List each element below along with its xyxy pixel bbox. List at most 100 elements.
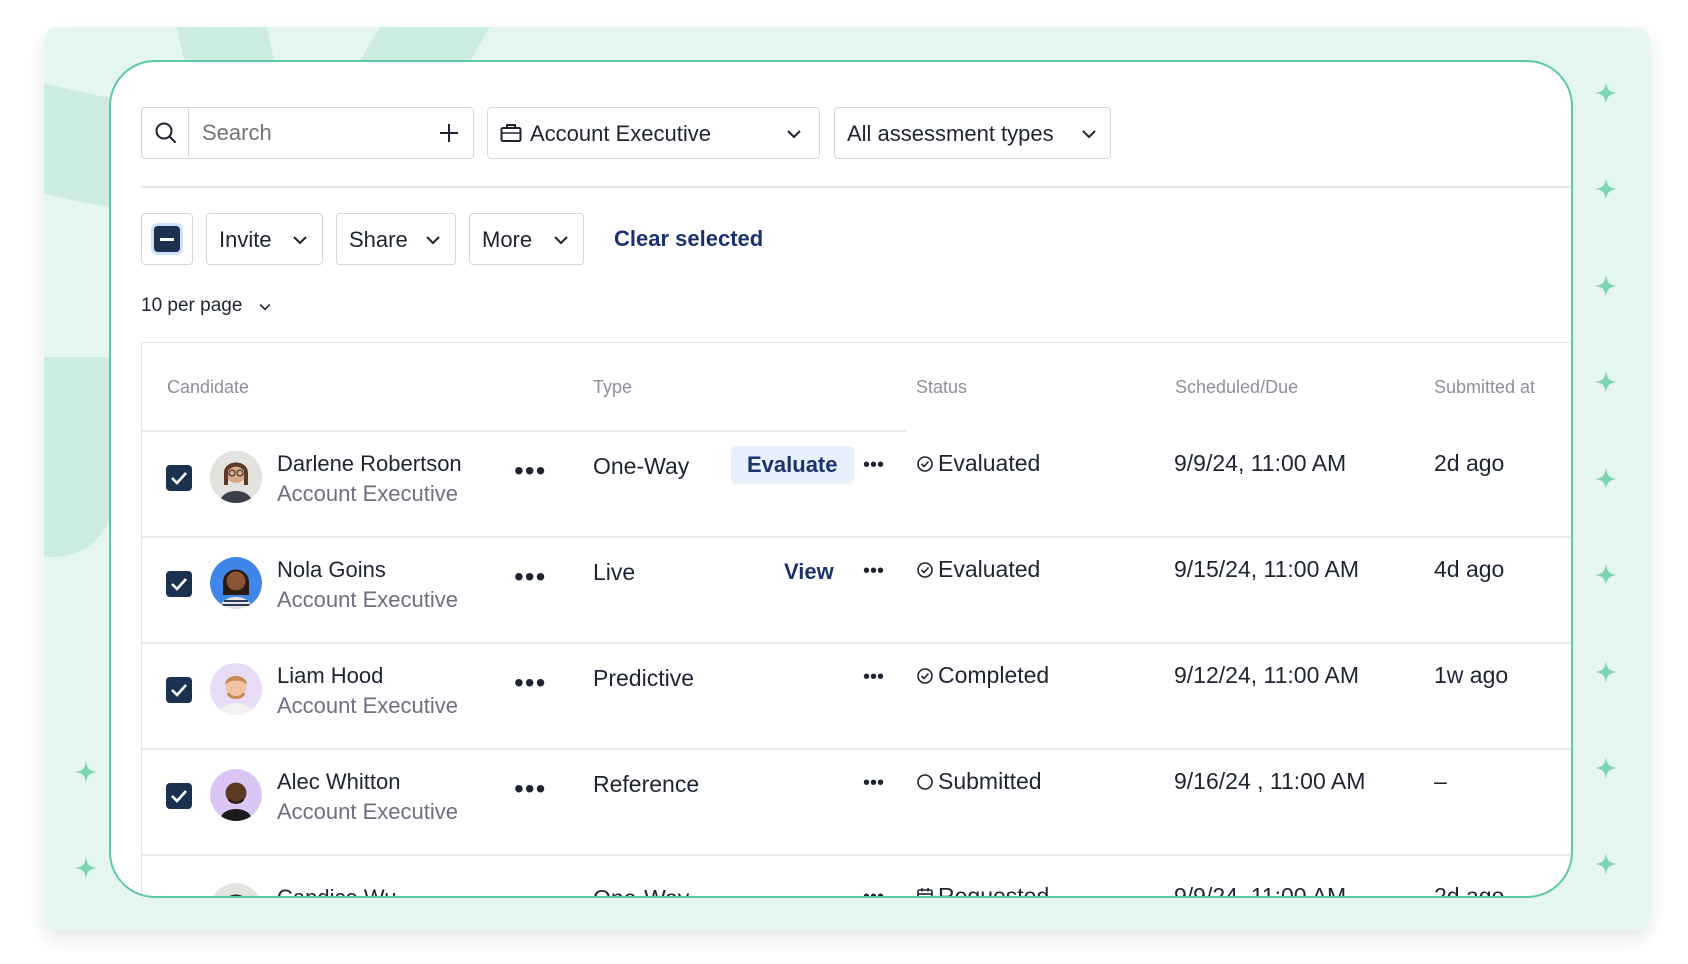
checkmark-icon	[171, 790, 187, 803]
scheduled-date: 9/15/24, 11:00 AM	[1174, 556, 1359, 582]
scheduled-date: 9/9/24, 11:00 AM	[1174, 450, 1347, 476]
row-menu-icon[interactable]: •••	[863, 455, 884, 475]
status-label: Submitted	[938, 768, 1042, 794]
avatar	[210, 557, 262, 609]
select-all-button[interactable]	[141, 213, 193, 265]
row-checkbox[interactable]	[166, 677, 192, 703]
sparkle-icon	[1595, 564, 1617, 586]
candidate-menu-icon[interactable]: •••	[514, 457, 546, 485]
row-menu-icon[interactable]: •••	[863, 887, 884, 896]
assessment-type: Predictive	[593, 665, 694, 691]
clear-selected-link[interactable]: Clear selected	[614, 226, 763, 252]
invite-dropdown[interactable]: Invite	[206, 213, 323, 265]
sparkle-icon	[1595, 82, 1617, 104]
search-icon-wrap	[142, 108, 189, 157]
scheduled-date: 9/16/24 , 11:00 AM	[1174, 768, 1366, 794]
sparkle-icon	[1595, 661, 1617, 683]
row-checkbox[interactable]	[166, 571, 192, 597]
table-header: Candidate Type Status Scheduled/Due Subm…	[142, 343, 1571, 431]
decor-shape	[44, 75, 114, 209]
chevron-down-icon	[259, 304, 271, 311]
per-page-label: 10 per page	[141, 295, 243, 316]
row-menu-icon[interactable]: •••	[863, 561, 884, 581]
candidate-menu-icon[interactable]: •••	[514, 669, 546, 697]
table-row[interactable]: Nola Goins Account Executive ••• Live Vi…	[142, 537, 1571, 642]
indeterminate-checkbox-icon	[154, 226, 180, 252]
assessment-filter-label: All assessment types	[847, 121, 1054, 146]
header-type: Type	[593, 377, 633, 397]
scheduled-date: 9/12/24, 11:00 AM	[1174, 662, 1359, 688]
assessment-type: Live	[593, 559, 636, 585]
status-label: Evaluated	[938, 556, 1041, 582]
assessment-type: One-Way	[593, 453, 690, 479]
submitted-at: 4d ago	[1434, 556, 1505, 582]
add-icon[interactable]	[438, 122, 460, 144]
row-menu-icon[interactable]: •••	[863, 667, 884, 687]
sparkle-icon	[1595, 853, 1617, 875]
header-candidate: Candidate	[167, 377, 250, 397]
calendar-icon	[917, 888, 933, 896]
status-label: Requested	[938, 883, 1050, 898]
per-page-dropdown[interactable]: 10 per page	[141, 295, 281, 321]
checkmark-icon	[171, 472, 187, 485]
candidate-menu-icon[interactable]: •••	[514, 563, 546, 591]
avatar	[210, 883, 262, 896]
candidate-name[interactable]: Candice Wu	[277, 885, 396, 896]
header-scheduled: Scheduled/Due	[1175, 377, 1299, 397]
sparkle-icon	[1595, 178, 1617, 200]
candidate-name[interactable]: Darlene Robertson	[277, 451, 462, 477]
row-menu-icon[interactable]: •••	[863, 773, 884, 793]
submitted-at: 2d ago	[1434, 883, 1505, 898]
candidate-name[interactable]: Liam Hood	[277, 663, 383, 689]
candidate-role: Account Executive	[277, 799, 458, 824]
check-circle-icon	[917, 668, 933, 684]
share-dropdown[interactable]: Share	[336, 213, 456, 265]
candidate-role: Account Executive	[277, 693, 458, 718]
briefcase-icon	[500, 124, 522, 142]
sparkle-icon	[75, 761, 97, 783]
evaluate-button[interactable]: Evaluate	[731, 446, 854, 484]
assessment-type: Reference	[593, 771, 700, 797]
toolbar-divider	[141, 186, 1571, 188]
chevron-down-icon	[1082, 130, 1096, 139]
candidate-name[interactable]: Alec Whitton	[277, 769, 401, 795]
submitted-at: 2d ago	[1434, 450, 1505, 476]
table-row[interactable]: Darlene Robertson Account Executive ••• …	[142, 431, 1571, 536]
avatar	[210, 451, 262, 503]
candidate-name[interactable]: Nola Goins	[277, 557, 386, 583]
invite-label: Invite	[219, 227, 272, 252]
row-checkbox[interactable]	[166, 465, 192, 491]
checkmark-icon	[171, 578, 187, 591]
scheduled-date: 9/9/24, 11:00 AM	[1174, 883, 1347, 898]
sparkle-icon	[1595, 371, 1617, 393]
search-input[interactable]	[200, 116, 424, 150]
row-checkbox[interactable]	[166, 783, 192, 809]
table-row[interactable]: Alec Whitton Account Executive ••• Refer…	[142, 749, 1571, 854]
candidate-role: Account Executive	[277, 481, 458, 506]
check-circle-icon	[917, 562, 933, 578]
avatar	[210, 663, 262, 715]
assessment-filter-dropdown[interactable]: All assessment types	[834, 107, 1111, 159]
chevron-down-icon	[787, 130, 801, 139]
decor-shape	[44, 357, 114, 557]
assessment-type: One-Way	[593, 885, 690, 898]
chevron-down-icon	[554, 236, 568, 245]
sparkle-icon	[1595, 468, 1617, 490]
table-row[interactable]: Liam Hood Account Executive ••• Predicti…	[142, 643, 1571, 748]
submitted-at: –	[1434, 768, 1447, 794]
main-panel: Account Executive All assessment types I…	[109, 60, 1573, 898]
chevron-down-icon	[293, 236, 307, 245]
chevron-down-icon	[426, 236, 440, 245]
search-icon	[155, 122, 176, 143]
checkmark-icon	[171, 684, 187, 697]
view-link[interactable]: View	[784, 559, 834, 585]
sparkle-icon	[1595, 757, 1617, 779]
sparkle-icon	[75, 857, 97, 879]
more-label: More	[482, 227, 533, 252]
job-filter-dropdown[interactable]: Account Executive	[487, 107, 820, 159]
candidate-menu-icon[interactable]: •••	[514, 775, 546, 803]
table-row[interactable]: Candice Wu One-Way ••• Requested 9/9/24,…	[142, 855, 1571, 898]
search-box[interactable]	[141, 107, 474, 159]
more-dropdown[interactable]: More	[469, 213, 584, 265]
status-label: Completed	[938, 662, 1050, 688]
